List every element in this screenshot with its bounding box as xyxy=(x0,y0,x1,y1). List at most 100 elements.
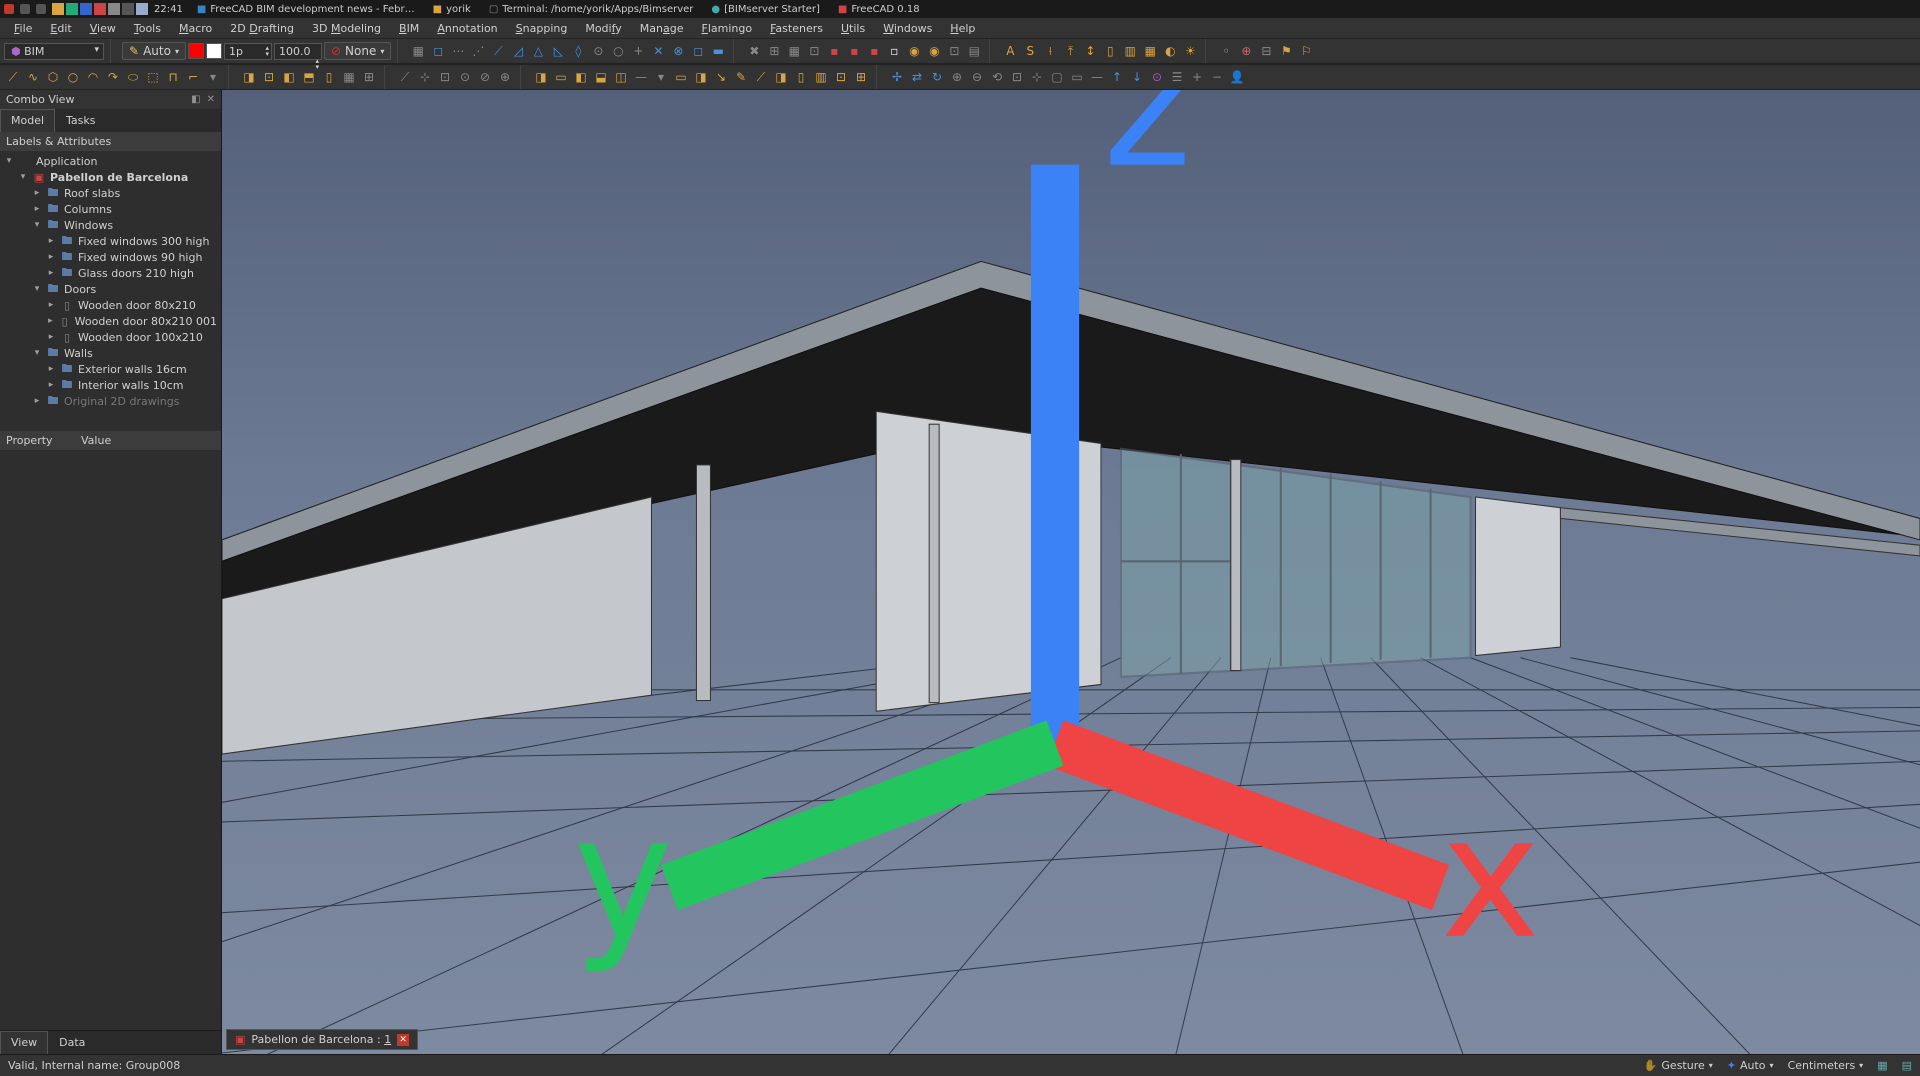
document-tab[interactable]: ▣ Pabellon de Barcelona : 1 ✕ xyxy=(227,1030,417,1049)
snap-center[interactable]: ⊙ xyxy=(589,42,607,60)
up[interactable]: ↑ xyxy=(1108,68,1126,86)
sun[interactable]: ☀ xyxy=(1181,42,1199,60)
rotate[interactable]: ↻ xyxy=(928,68,946,86)
tree-item[interactable]: ▸▯Wooden door 80x210 xyxy=(0,297,221,313)
tab-view[interactable]: View xyxy=(0,1031,48,1054)
nav-style-button[interactable]: ✋ Gesture ▾ xyxy=(1644,1059,1713,1072)
clone[interactable]: ▭ xyxy=(1068,68,1086,86)
menu-annotation[interactable]: Annotation xyxy=(429,20,505,37)
expand-arrow-icon[interactable]: ▾ xyxy=(32,220,42,230)
rect[interactable]: ⬚ xyxy=(144,68,162,86)
text-tool[interactable]: A xyxy=(1001,42,1019,60)
tree-item[interactable]: ▸🖿Original 2D drawings xyxy=(0,393,221,409)
a16[interactable]: ⊡ xyxy=(832,68,850,86)
expand-arrow-icon[interactable]: ▸ xyxy=(46,236,56,246)
expand-arrow-icon[interactable]: ▾ xyxy=(4,156,14,166)
rebar[interactable]: ⊙ xyxy=(456,68,474,86)
tree-item[interactable]: ▾▣Pabellon de Barcelona xyxy=(0,169,221,185)
a15[interactable]: ▥ xyxy=(812,68,830,86)
a9[interactable]: ◨ xyxy=(692,68,710,86)
menu-snapping[interactable]: Snapping xyxy=(508,20,576,37)
menu-2d-drafting[interactable]: 2D Drafting xyxy=(222,20,302,37)
expand-arrow-icon[interactable]: ▸ xyxy=(32,204,42,214)
tool-cut[interactable]: ✖ xyxy=(745,42,763,60)
snap-ext[interactable]: ⋰ xyxy=(469,42,487,60)
menu-flamingo[interactable]: Flamingo xyxy=(694,20,761,37)
expand-arrow-icon[interactable]: ▸ xyxy=(46,252,56,262)
tree-item[interactable]: ▸▯Wooden door 80x210 001 xyxy=(0,313,221,329)
tray-icon[interactable] xyxy=(52,3,64,15)
mic[interactable]: ⊙ xyxy=(1148,68,1166,86)
tree-item[interactable]: ▸🖿Glass doors 210 high xyxy=(0,265,221,281)
tool-y1[interactable]: ◉ xyxy=(905,42,923,60)
user[interactable]: 👤 xyxy=(1228,68,1246,86)
tree-item[interactable]: ▸🖿Interior walls 10cm xyxy=(0,377,221,393)
bezier[interactable]: ⌐ xyxy=(184,68,202,86)
expand-arrow-icon[interactable]: ▾ xyxy=(32,348,42,358)
wire[interactable]: ∿ xyxy=(24,68,42,86)
m3[interactable]: ⊟ xyxy=(1257,42,1275,60)
menu-utils[interactable]: Utils xyxy=(833,20,873,37)
close-panel-icon[interactable]: ✕ xyxy=(207,94,215,105)
menu-windows[interactable]: Windows xyxy=(875,20,940,37)
bspline[interactable]: ⊓ xyxy=(164,68,182,86)
scale[interactable]: ⊡ xyxy=(1008,68,1026,86)
sub[interactable]: − xyxy=(1208,68,1226,86)
m4[interactable]: ⚑ xyxy=(1277,42,1295,60)
workbench-selector[interactable]: ⬢ BIM xyxy=(4,43,104,60)
status-icon-2[interactable]: ▤ xyxy=(1902,1059,1912,1072)
menu-view[interactable]: View xyxy=(82,20,124,37)
tool-array[interactable]: ⊞ xyxy=(765,42,783,60)
dim-tool[interactable]: ⟊ xyxy=(1041,42,1059,60)
expand-arrow-icon[interactable]: ▸ xyxy=(46,268,56,278)
taskbar-app[interactable]: ▢Terminal: /home/yorik/Apps/Bimserver xyxy=(481,4,702,15)
snap-mid[interactable]: △ xyxy=(529,42,547,60)
tray-icon[interactable] xyxy=(66,3,78,15)
label[interactable]: ▯ xyxy=(1101,42,1119,60)
more[interactable]: ▾ xyxy=(204,68,222,86)
taskbar-app[interactable]: ■yorik xyxy=(425,4,479,15)
a10[interactable]: ↘ xyxy=(712,68,730,86)
axis-sys[interactable]: ⊹ xyxy=(416,68,434,86)
a11[interactable]: ✎ xyxy=(732,68,750,86)
auto-color-button[interactable]: ✎ Auto ▾ xyxy=(122,42,186,60)
taskbar-app[interactable]: ■FreeCAD BIM development news - Febr… xyxy=(189,4,423,15)
tool-y2[interactable]: ◉ xyxy=(925,42,943,60)
snap-perp[interactable]: ◺ xyxy=(549,42,567,60)
offset[interactable]: ⊕ xyxy=(948,68,966,86)
grid2[interactable]: ▦ xyxy=(1141,42,1159,60)
shape-string[interactable]: S xyxy=(1021,42,1039,60)
circle[interactable]: ○ xyxy=(64,68,82,86)
tool-list[interactable]: ▤ xyxy=(965,42,983,60)
move[interactable]: ✢ xyxy=(888,68,906,86)
m5[interactable]: ⚐ xyxy=(1297,42,1315,60)
expand-arrow-icon[interactable]: ▸ xyxy=(46,300,56,310)
menu-tools[interactable]: Tools xyxy=(126,20,169,37)
trim[interactable]: ⊖ xyxy=(968,68,986,86)
expand-arrow-icon[interactable]: ▸ xyxy=(32,396,42,406)
units-button[interactable]: Centimeters ▾ xyxy=(1788,1059,1864,1072)
expand-arrow-icon[interactable]: ▾ xyxy=(32,284,42,294)
menu-file[interactable]: File xyxy=(6,20,40,37)
tool-box[interactable]: ⊡ xyxy=(805,42,823,60)
tray-icon[interactable] xyxy=(136,3,148,15)
mirror[interactable]: ⟲ xyxy=(988,68,1006,86)
pipe[interactable]: ⊘ xyxy=(476,68,494,86)
slab[interactable]: ◧ xyxy=(280,68,298,86)
dim-v[interactable]: ↕ xyxy=(1081,42,1099,60)
max-window-icon[interactable] xyxy=(36,4,46,14)
menu-3d-modeling[interactable]: 3D Modeling xyxy=(304,20,389,37)
construction-mode-button[interactable]: ⊘ None ▾ xyxy=(324,42,391,60)
expand-arrow-icon[interactable]: ▸ xyxy=(32,188,42,198)
tree-item[interactable]: ▸🖿Roof slabs xyxy=(0,185,221,201)
a6[interactable]: — xyxy=(632,68,650,86)
a4[interactable]: ⬓ xyxy=(592,68,610,86)
add[interactable]: + xyxy=(1188,68,1206,86)
snap-wp2[interactable]: ◻ xyxy=(689,42,707,60)
tree-item[interactable]: ▾🖿Doors xyxy=(0,281,221,297)
snap-dim[interactable]: ⊗ xyxy=(669,42,687,60)
tray-icon[interactable] xyxy=(80,3,92,15)
tab-tasks[interactable]: Tasks xyxy=(55,109,106,132)
a13[interactable]: ◨ xyxy=(772,68,790,86)
menu-modify[interactable]: Modify xyxy=(577,20,629,37)
